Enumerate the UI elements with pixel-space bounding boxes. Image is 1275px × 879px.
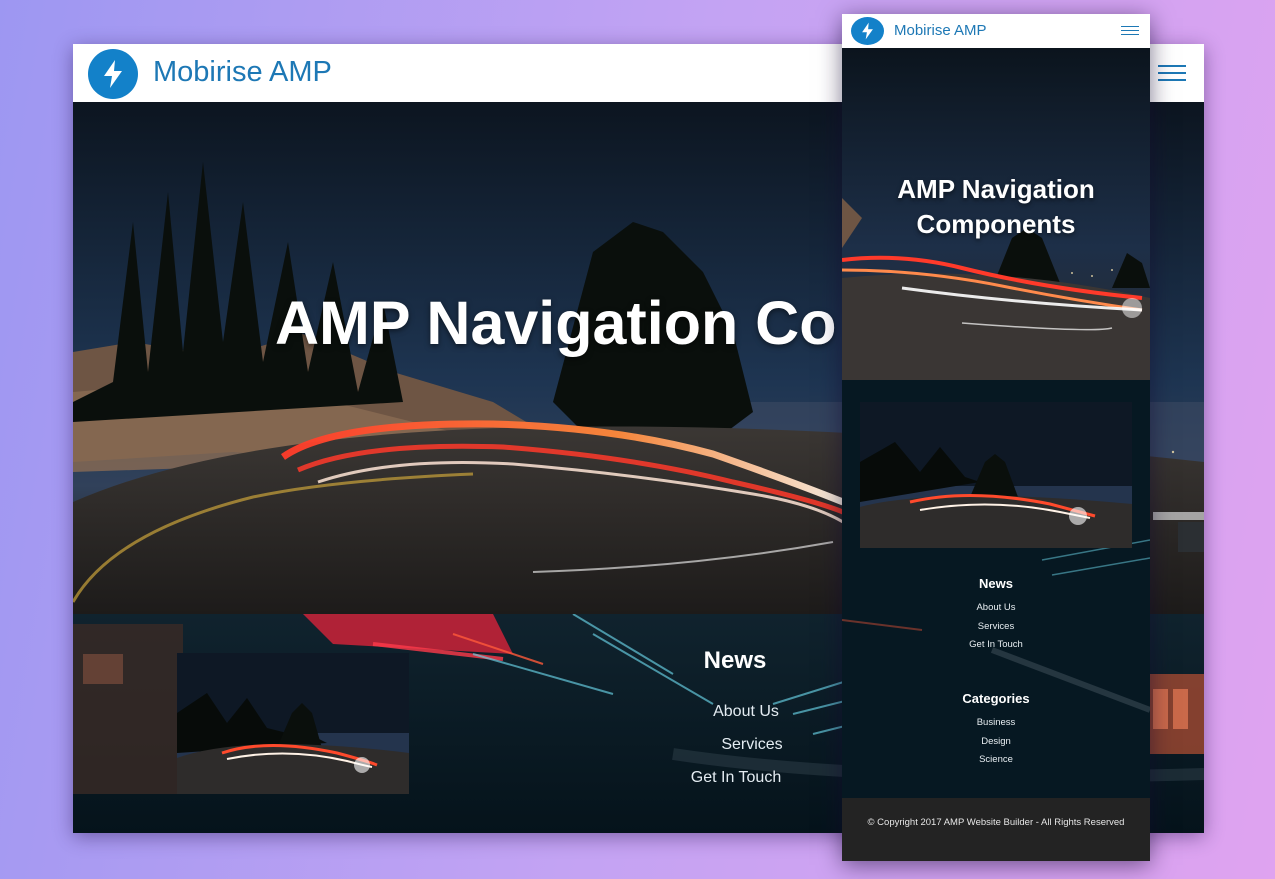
news-heading: News — [703, 647, 767, 674]
mobile-link-science[interactable]: Science — [842, 751, 1150, 770]
hero-title-line-2: Components — [916, 209, 1076, 239]
hero-title-line-1: AMP Navigation — [897, 174, 1095, 204]
mobile-preview: Mobirise AMP AMP Navigation Components N… — [842, 14, 1150, 861]
hamburger-menu-icon[interactable] — [1121, 26, 1139, 36]
mobile-footer-thumbnail-image — [860, 402, 1132, 548]
lightning-bolt-icon[interactable] — [851, 17, 884, 45]
mobile-link-get-in-touch[interactable]: Get In Touch — [842, 636, 1150, 655]
mobile-hero-section: AMP Navigation Components — [842, 48, 1150, 380]
mobile-link-about-us[interactable]: About Us — [842, 599, 1150, 618]
footer-news-column: News About Us Services Get In Touch — [633, 647, 811, 794]
mobile-categories-heading: Categories — [962, 691, 1030, 706]
hero-title: AMP Navigation Co — [275, 289, 837, 357]
mobile-navbar: Mobirise AMP — [842, 14, 1150, 48]
copyright-text: © Copyright 2017 AMP Website Builder - A… — [867, 817, 1125, 828]
mobile-news-column: News About Us Services Get In Touch — [842, 576, 1150, 655]
mobile-categories-column: Categories Business Design Science — [842, 691, 1150, 770]
mobile-link-services[interactable]: Services — [842, 618, 1150, 637]
hamburger-menu-icon[interactable] — [1158, 65, 1186, 81]
mobile-link-design[interactable]: Design — [842, 733, 1150, 752]
footer-thumbnail-image — [177, 653, 409, 794]
footer-link-about-us[interactable]: About Us — [681, 695, 811, 728]
mobile-news-heading: News — [979, 576, 1013, 591]
mobile-hero-title: AMP Navigation Components — [842, 172, 1150, 242]
footer-link-services[interactable]: Services — [693, 728, 811, 761]
mobile-brand-name[interactable]: Mobirise AMP — [894, 22, 987, 39]
mobile-link-business[interactable]: Business — [842, 714, 1150, 733]
footer-link-get-in-touch[interactable]: Get In Touch — [661, 761, 811, 794]
brand-name[interactable]: Mobirise AMP — [153, 54, 332, 90]
lightning-bolt-icon[interactable] — [88, 49, 138, 99]
mobile-copyright-bar: © Copyright 2017 AMP Website Builder - A… — [842, 798, 1150, 861]
mobile-footer-section: News About Us Services Get In Touch Cate… — [842, 380, 1150, 798]
